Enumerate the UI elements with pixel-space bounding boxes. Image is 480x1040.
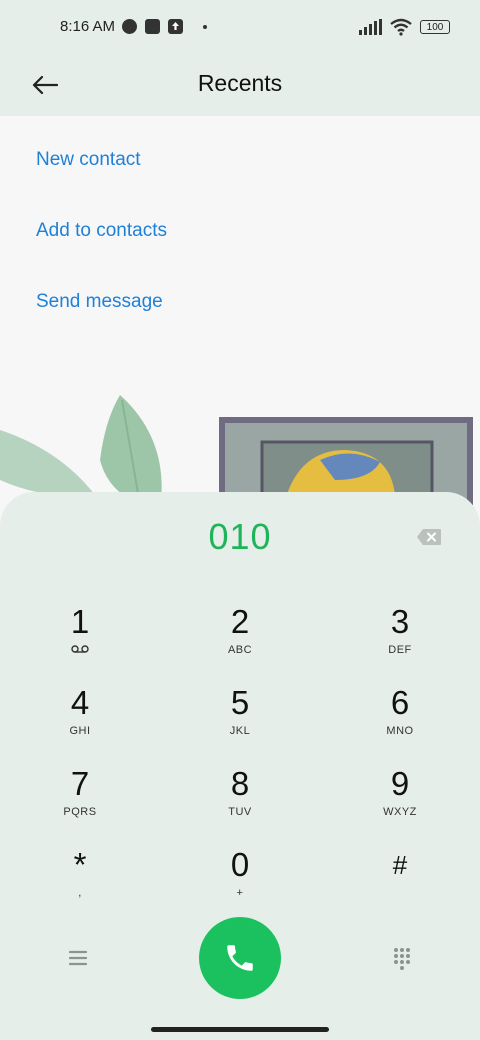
key-digit: 8 [230, 765, 250, 802]
menu-icon[interactable] [64, 944, 92, 972]
wifi-icon [390, 18, 412, 36]
page-title: Recents [197, 70, 283, 96]
add-to-contacts-link[interactable]: Add to contacts [0, 187, 480, 258]
battery-icon: 100 [420, 20, 450, 34]
key-7[interactable]: 7 PQRS [0, 766, 160, 846]
key-2[interactable]: 2 ABC [160, 604, 320, 684]
upload-icon [168, 19, 183, 34]
battery-level: 100 [426, 21, 444, 33]
notification-icon [122, 19, 137, 34]
key-letters: JKL [229, 725, 251, 737]
status-right: 100 [359, 18, 450, 36]
key-letters: PQRS [63, 806, 97, 818]
key-letters: MNO [386, 725, 414, 737]
dialpad-icon[interactable] [388, 944, 416, 972]
key-letters: WXYZ [383, 806, 417, 818]
key-digit: 1 [70, 603, 90, 640]
key-digit: # [392, 850, 408, 880]
key-1[interactable]: 1 [0, 604, 160, 684]
actions-menu: New contact Add to contacts Send message [0, 116, 480, 329]
key-5[interactable]: 5 JKL [160, 685, 320, 765]
home-indicator[interactable] [151, 1027, 329, 1032]
key-6[interactable]: 6 MNO [320, 685, 480, 765]
key-8[interactable]: 8 TUV [160, 766, 320, 846]
key-letters: TUV [228, 806, 252, 818]
status-bar: 8:16 AM 100 [0, 0, 480, 56]
square-icon [145, 19, 160, 34]
notification-icons [122, 19, 207, 34]
send-message-link[interactable]: Send message [0, 258, 480, 329]
dialed-number[interactable]: 010 [0, 516, 480, 558]
key-digit: * [73, 846, 87, 883]
key-4[interactable]: 4 GHI [0, 685, 160, 765]
dialer-panel: 010 1 2 ABC 3 DEF 4 GHI 5 JKL 6 MNO 7 PQ… [0, 492, 480, 1040]
key-letters [320, 887, 480, 901]
call-button[interactable] [199, 917, 281, 999]
key-letters: ABC [227, 644, 253, 656]
key-letters: , [78, 887, 82, 899]
dot-icon [203, 24, 207, 29]
key-letters: GHI [69, 725, 91, 737]
key-3[interactable]: 3 DEF [320, 604, 480, 684]
key-letters: DEF [388, 644, 412, 656]
key-digit: 0 [230, 846, 250, 883]
key-digit: 5 [230, 684, 250, 721]
key-letters: + [236, 887, 244, 899]
key-digit: 6 [390, 684, 410, 721]
header: Recents [0, 56, 480, 116]
key-digit: 7 [70, 765, 90, 802]
key-digit: 4 [70, 684, 90, 721]
new-contact-link[interactable]: New contact [0, 116, 480, 187]
voicemail-icon [0, 644, 160, 658]
key-9[interactable]: 9 WXYZ [320, 766, 480, 846]
key-digit: 3 [390, 603, 410, 640]
phone-icon [227, 945, 253, 971]
key-digit: 9 [390, 765, 410, 802]
status-time: 8:16 AM [60, 18, 116, 35]
signal-icon [359, 19, 382, 35]
dialer-bottom-bar [0, 914, 480, 1004]
key-digit: 2 [230, 603, 250, 640]
backspace-icon[interactable] [416, 528, 442, 546]
